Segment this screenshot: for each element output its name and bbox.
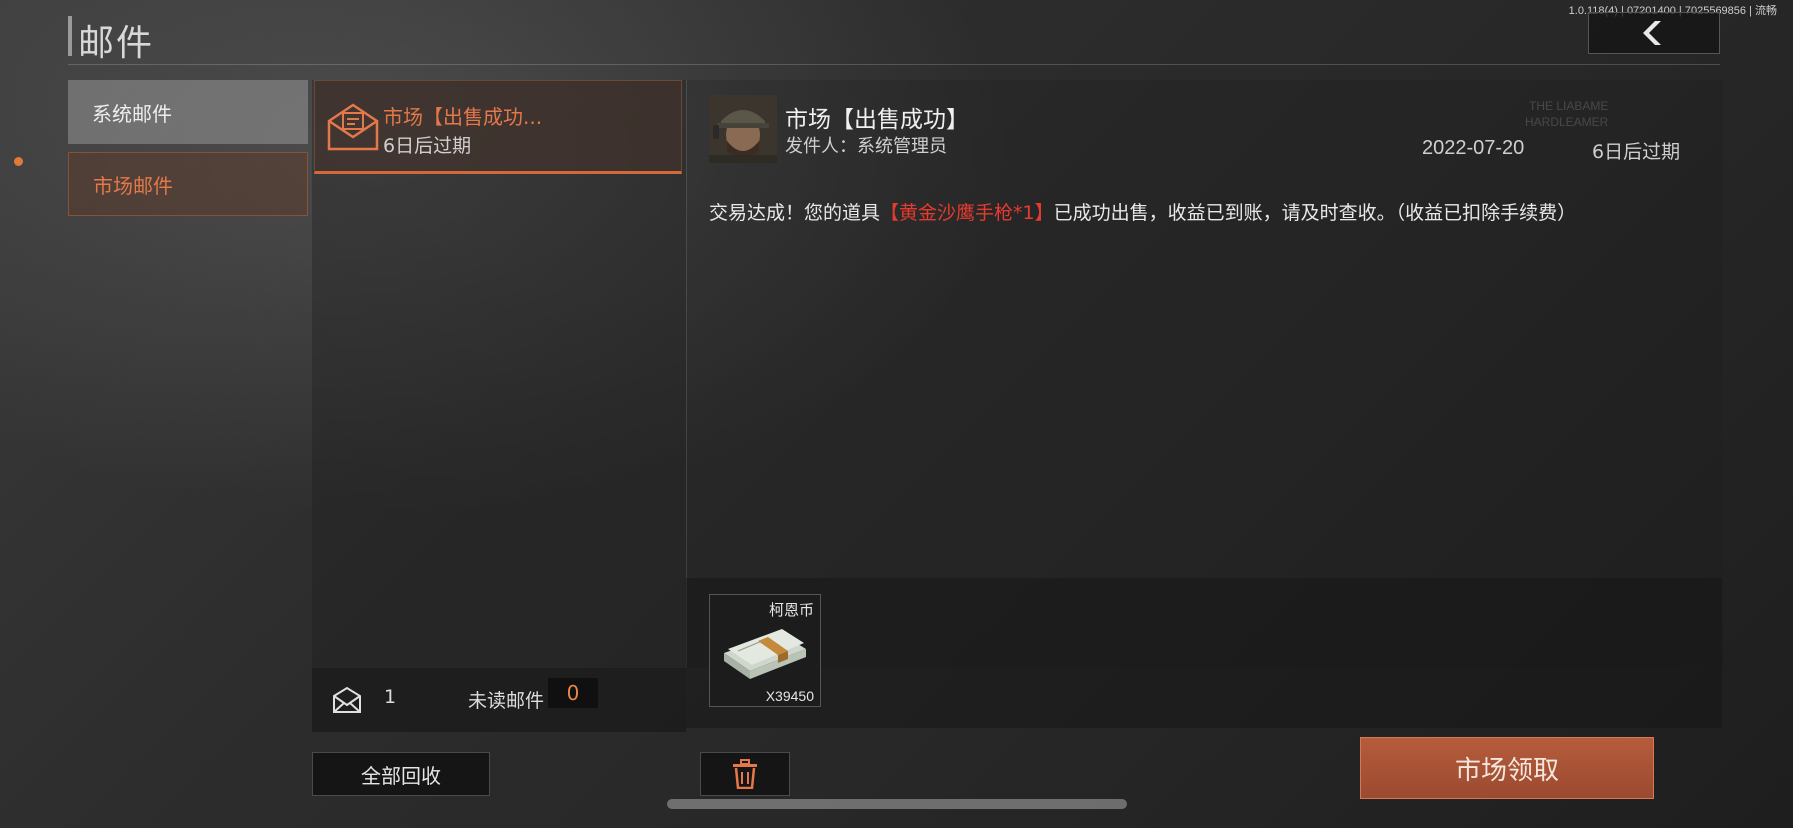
mail-detail-expiry: 6日后过期	[1592, 141, 1681, 163]
attachment-strip	[686, 578, 1722, 728]
chevron-left-icon	[1643, 21, 1661, 45]
category-market-mail[interactable]: 市场邮件	[68, 152, 308, 216]
mail-total-count: 1	[384, 686, 397, 708]
body-text: 已成功出售，收益已到账，请及时查收。（收益已扣除手续费）	[1053, 202, 1577, 224]
mail-item-expiry: 6日后过期	[383, 135, 472, 157]
mail-item-title: 市场【出售成功...	[383, 105, 543, 129]
unread-mail-count: 0	[548, 678, 598, 708]
mail-stats-bar: 1 未读邮件 0	[312, 668, 686, 732]
mail-detail-sender: 发件人：系统管理员	[785, 136, 947, 157]
title-accent-bar	[68, 16, 72, 56]
mail-detail-date: 2022-07-20	[1422, 137, 1525, 159]
claim-button[interactable]: 市场领取	[1360, 737, 1654, 799]
attachment-item[interactable]: 柯恩币 X39450	[709, 594, 821, 707]
unread-mail-label: 未读邮件	[468, 690, 545, 712]
mail-count-icon	[333, 686, 361, 713]
home-indicator[interactable]	[667, 799, 1127, 809]
recycle-all-button[interactable]: 全部回收	[312, 752, 490, 796]
mail-list-item[interactable]: 市场【出售成功... 6日后过期	[314, 80, 682, 174]
delete-button[interactable]	[700, 752, 790, 796]
watermark-line: HARDLEAMER	[1525, 115, 1609, 129]
envelope-icon	[327, 103, 379, 151]
watermark: THE LIABAME HARDLEAMER	[1525, 98, 1608, 130]
category-system-mail[interactable]: 系统邮件	[68, 80, 308, 144]
page-title: 邮件	[78, 23, 155, 64]
trash-icon	[733, 759, 757, 789]
mail-detail-body: 交易达成！您的道具【黄金沙鹰手枪*1】已成功出售，收益已到账，请及时查收。（收益…	[709, 198, 1576, 225]
sender-avatar	[709, 95, 777, 163]
attachment-name: 柯恩币	[768, 601, 814, 619]
attachment-quantity: X39450	[765, 688, 814, 704]
watermark-line: THE LIABAME	[1529, 99, 1609, 113]
mail-detail-title: 市场【出售成功】	[785, 107, 969, 133]
cash-stack-icon	[724, 629, 806, 679]
soldier-portrait-icon	[709, 95, 777, 163]
notification-dot	[14, 157, 23, 166]
body-item-highlight: 【黄金沙鹰手枪*1】	[880, 202, 1054, 224]
back-button[interactable]	[1588, 12, 1720, 54]
header-divider	[68, 64, 1720, 65]
body-text: 交易达成！您的道具	[709, 202, 881, 224]
